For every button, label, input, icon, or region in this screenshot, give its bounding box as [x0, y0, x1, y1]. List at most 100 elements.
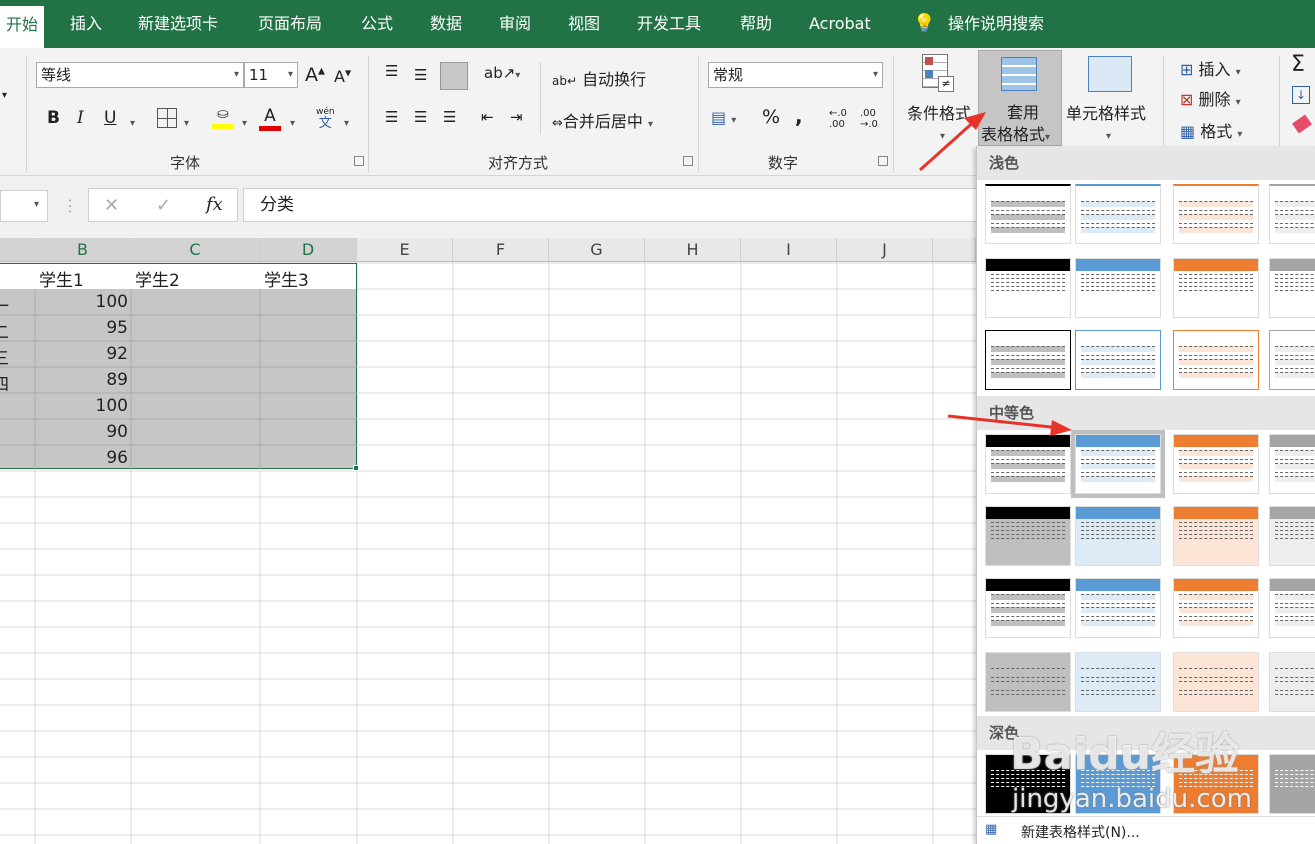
table-style-swatch[interactable] — [1269, 506, 1315, 566]
table-style-swatch[interactable] — [1269, 578, 1315, 638]
decrease-indent-icon[interactable]: ⇤ — [481, 108, 494, 126]
table-style-swatch[interactable] — [985, 506, 1071, 566]
chevron-down-icon[interactable]: ▾ — [344, 111, 349, 130]
table-style-swatch[interactable] — [985, 258, 1071, 318]
table-style-swatch[interactable] — [1173, 652, 1259, 712]
table-style-swatch[interactable] — [1075, 258, 1161, 318]
tab-home[interactable]: 开始 — [0, 6, 45, 48]
increase-decimal-button[interactable]: ←.0.00 — [829, 108, 847, 130]
tab-acrobat[interactable]: Acrobat — [809, 0, 871, 48]
align-left-icon[interactable]: ☰ — [385, 108, 398, 126]
accounting-format-button[interactable]: ▤ ▾ — [711, 108, 736, 127]
number-dialog-launcher-icon[interactable] — [878, 156, 888, 166]
autosum-button[interactable]: Σ — [1291, 52, 1305, 77]
tab-data[interactable]: 数据 — [430, 0, 462, 48]
eraser-icon[interactable] — [1292, 114, 1312, 134]
tell-me-search[interactable]: 操作说明搜索 — [948, 0, 1044, 48]
column-header-f[interactable]: F — [453, 238, 549, 262]
column-header-c[interactable]: C — [131, 238, 260, 262]
table-style-swatch[interactable] — [985, 330, 1071, 390]
fill-down-icon[interactable]: ↓ — [1292, 86, 1310, 104]
column-header-a[interactable] — [0, 238, 35, 262]
column-header-g[interactable]: G — [549, 238, 645, 262]
align-bottom-icon[interactable] — [440, 62, 468, 90]
table-style-swatch[interactable] — [1075, 652, 1161, 712]
column-header-i[interactable]: I — [741, 238, 837, 262]
table-style-swatch[interactable] — [1075, 184, 1161, 244]
table-style-swatch[interactable] — [1075, 506, 1161, 566]
worksheet-grid[interactable]: B C D E F G H I J 学生1 学生2 学生3 100 一 95 二 92 三… — [0, 238, 976, 844]
table-style-swatch[interactable] — [1075, 330, 1161, 390]
number-format-select[interactable]: 常规 ▾ — [708, 62, 883, 88]
cell-styles-button[interactable]: 单元格样式 — [1066, 100, 1146, 124]
column-header-b[interactable]: B — [35, 238, 131, 262]
orientation-icon[interactable]: ab↗▾ — [484, 64, 520, 82]
delete-cells-button[interactable]: ⊠ 删除 ▾ — [1180, 86, 1241, 110]
comma-style-button[interactable]: , — [795, 104, 803, 128]
fill-color-button[interactable]: ⛀ — [212, 106, 234, 130]
percent-style-button[interactable]: % — [762, 106, 780, 128]
tab-help[interactable]: 帮助 — [740, 0, 772, 48]
font-color-button[interactable]: A — [259, 106, 281, 131]
align-center-icon[interactable]: ☰ — [414, 108, 427, 126]
underline-button[interactable]: U — [104, 108, 116, 128]
column-header-e[interactable]: E — [357, 238, 453, 262]
align-top-icon[interactable]: ☰ — [385, 62, 400, 80]
font-name-select[interactable]: 等线 ▾ — [36, 62, 244, 88]
table-style-swatch[interactable] — [1173, 434, 1259, 494]
font-size-select[interactable]: 11 ▾ — [244, 62, 298, 88]
table-style-swatch[interactable] — [1173, 258, 1259, 318]
italic-button[interactable]: I — [77, 108, 84, 128]
conditional-formatting-button[interactable]: 条件格式 — [907, 100, 971, 124]
column-header-j[interactable]: J — [837, 238, 933, 262]
tab-view[interactable]: 视图 — [568, 0, 600, 48]
wrap-text-button[interactable]: ab↵ 自动换行 — [552, 66, 646, 90]
cancel-icon[interactable]: ✕ — [104, 195, 119, 216]
merge-center-button[interactable]: ⇔合并后居中 ▾ — [552, 108, 653, 132]
table-style-swatch[interactable] — [1075, 578, 1161, 638]
align-middle-icon[interactable]: ☰ — [414, 66, 427, 84]
insert-cells-button[interactable]: ⊞ 插入 ▾ — [1180, 56, 1241, 80]
new-table-style-button[interactable]: ▦ 新建表格样式(N)... — [977, 816, 1315, 844]
table-style-swatch[interactable] — [1269, 258, 1315, 318]
table-style-swatch[interactable] — [1269, 330, 1315, 390]
table-style-swatch[interactable] — [985, 578, 1071, 638]
alignment-dialog-launcher-icon[interactable] — [683, 156, 693, 166]
tab-page-layout[interactable]: 页面布局 — [258, 0, 322, 48]
tab-review[interactable]: 审阅 — [499, 0, 531, 48]
name-box[interactable]: ▾ — [0, 190, 48, 222]
chevron-down-icon[interactable]: ▾ — [290, 111, 295, 130]
bold-button[interactable]: B — [47, 108, 60, 128]
grow-font-button[interactable]: A▲ — [305, 64, 325, 86]
tab-formulas[interactable]: 公式 — [361, 0, 393, 48]
increase-indent-icon[interactable]: ⇥ — [510, 108, 523, 126]
phonetic-guide-button[interactable]: wén 文 — [316, 106, 335, 130]
enter-icon[interactable]: ✓ — [156, 195, 171, 216]
table-style-swatch[interactable] — [1269, 434, 1315, 494]
table-style-swatch[interactable] — [1173, 184, 1259, 244]
table-style-swatch[interactable] — [1269, 652, 1315, 712]
column-header-k[interactable] — [933, 238, 976, 262]
format-as-table-button[interactable]: 套用 表格格式▾ — [978, 50, 1062, 146]
table-style-swatch[interactable] — [1269, 754, 1315, 814]
align-right-icon[interactable]: ☰ — [443, 108, 456, 126]
table-style-swatch[interactable] — [1173, 578, 1259, 638]
font-dialog-launcher-icon[interactable] — [354, 156, 364, 166]
chevron-down-icon[interactable]: ▾ — [242, 111, 247, 130]
shrink-font-button[interactable]: A▼ — [334, 67, 351, 86]
chevron-down-icon[interactable]: ▾ — [940, 124, 945, 143]
paste-dropdown-icon[interactable]: ▾ — [2, 90, 7, 101]
table-style-swatch[interactable] — [985, 434, 1071, 494]
insert-function-icon[interactable]: fx — [206, 194, 223, 215]
column-header-h[interactable]: H — [645, 238, 741, 262]
table-style-swatch[interactable] — [985, 652, 1071, 712]
chevron-down-icon[interactable]: ▾ — [130, 111, 135, 130]
column-header-d[interactable]: D — [260, 238, 357, 262]
table-style-swatch[interactable] — [1173, 330, 1259, 390]
chevron-down-icon[interactable]: ▾ — [184, 111, 189, 130]
tab-new-tab[interactable]: 新建选项卡 — [138, 0, 218, 48]
chevron-down-icon[interactable]: ▾ — [1106, 124, 1111, 143]
lightbulb-icon[interactable]: 💡 — [913, 0, 935, 48]
decrease-decimal-button[interactable]: .00 →.0 — [860, 108, 878, 130]
tab-developer[interactable]: 开发工具 — [637, 0, 701, 48]
